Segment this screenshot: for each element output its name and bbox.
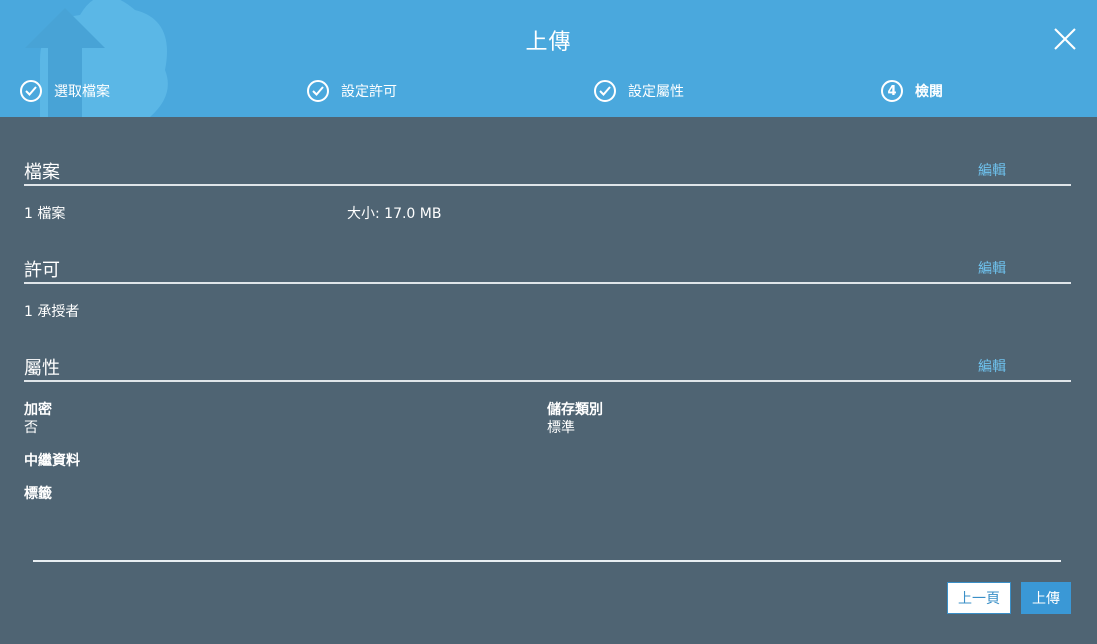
step-label: 設定許可 — [341, 84, 397, 100]
properties-edit-link[interactable]: 編輯 — [978, 356, 1006, 376]
check-icon — [307, 80, 329, 102]
step-label: 檢閱 — [915, 84, 943, 100]
encryption-value: 否 — [24, 420, 38, 436]
tags-label: 標籤 — [24, 486, 52, 502]
previous-button[interactable]: 上一頁 — [947, 582, 1011, 614]
file-count: 1 檔案 — [24, 206, 66, 222]
permissions-divider — [24, 282, 1071, 284]
step-label: 選取檔案 — [54, 84, 110, 100]
step-number: 4 — [881, 80, 903, 102]
footer-divider — [33, 560, 1061, 562]
properties-section-title: 屬性 — [24, 358, 60, 379]
permissions-edit-link[interactable]: 編輯 — [978, 258, 1006, 278]
step-select-files[interactable]: 選取檔案 — [20, 78, 110, 104]
files-section-title: 檔案 — [24, 162, 60, 183]
file-size: 大小: 17.0 MB — [347, 206, 442, 222]
check-icon — [20, 80, 42, 102]
step-label: 設定屬性 — [628, 84, 684, 100]
metadata-label: 中繼資料 — [24, 453, 80, 469]
upload-button[interactable]: 上傳 — [1021, 582, 1071, 614]
upload-dialog: 上傳 選取檔案 設定許可 設定屬性 4 檢閱 檔案 編輯 1 檔案 大小: 17… — [0, 0, 1097, 644]
storage-class-label: 儲存類別 — [547, 402, 603, 418]
step-set-properties[interactable]: 設定屬性 — [594, 78, 684, 104]
properties-divider — [24, 380, 1071, 382]
step-set-permissions[interactable]: 設定許可 — [307, 78, 397, 104]
storage-class-value: 標準 — [547, 420, 575, 436]
encryption-label: 加密 — [24, 402, 52, 418]
check-icon — [594, 80, 616, 102]
close-icon[interactable] — [1052, 26, 1078, 52]
grantee-count: 1 承授者 — [24, 304, 80, 320]
permissions-section-title: 許可 — [24, 260, 60, 281]
dialog-title: 上傳 — [525, 30, 572, 55]
dialog-header: 上傳 選取檔案 設定許可 設定屬性 4 檢閱 — [0, 0, 1097, 117]
files-edit-link[interactable]: 編輯 — [978, 160, 1006, 180]
step-review[interactable]: 4 檢閱 — [881, 78, 943, 104]
files-divider — [24, 184, 1071, 186]
